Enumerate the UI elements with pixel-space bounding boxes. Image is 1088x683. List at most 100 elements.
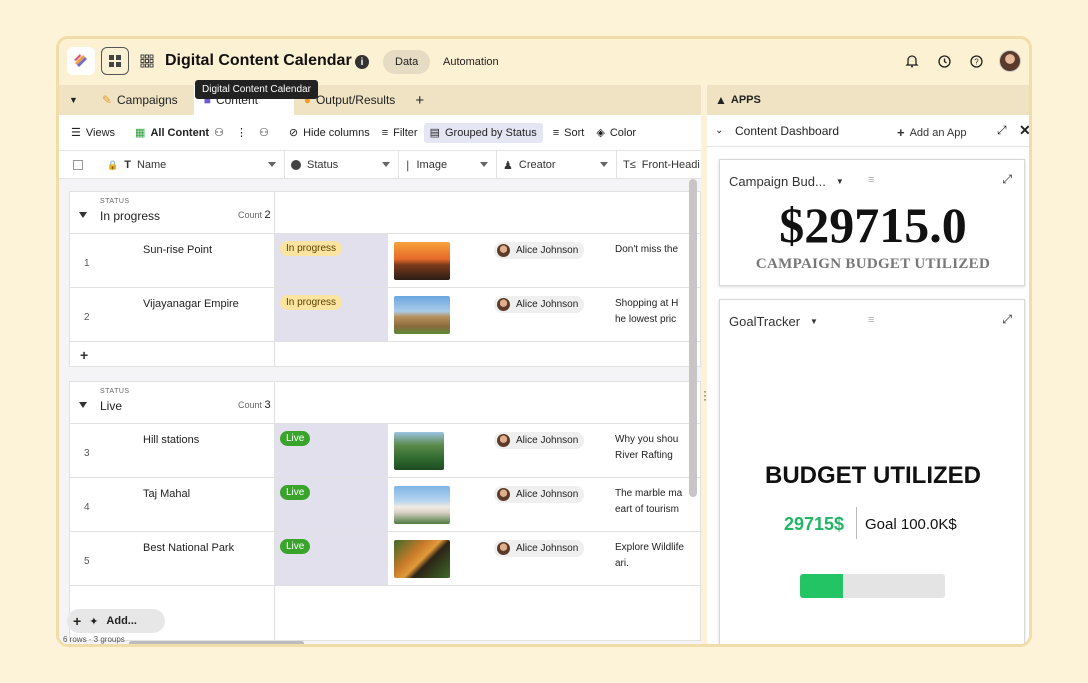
more-options-icon[interactable]: ⋮ xyxy=(230,126,253,139)
info-icon[interactable]: i xyxy=(355,55,369,69)
goal-current-value: 29715$ xyxy=(784,514,845,534)
chevron-down-icon[interactable]: ⌄ xyxy=(715,125,723,136)
all-content-view[interactable]: ▦ All Content ⚇ xyxy=(129,126,230,140)
app-logo[interactable] xyxy=(67,47,95,75)
card-title[interactable]: GoalTracker ▼ xyxy=(729,314,818,329)
add-button[interactable]: + ✦ Add... xyxy=(67,609,165,633)
history-icon[interactable] xyxy=(935,52,953,70)
image-tiger[interactable] xyxy=(394,540,450,578)
close-icon[interactable]: ✕ xyxy=(1019,122,1029,139)
row-name[interactable]: Best National Park xyxy=(143,542,234,554)
creator-chip[interactable]: Alice Johnson xyxy=(494,486,585,503)
chevron-down-icon[interactable] xyxy=(600,162,608,167)
row-number: 5 xyxy=(84,556,90,567)
expand-icon[interactable]: ⤢ xyxy=(1002,312,1012,327)
apps-panel: ▲ APPS ⌄ Content Dashboard + Add an App ⤢… xyxy=(707,85,1029,644)
tab-output-label: Output/Results xyxy=(315,93,396,107)
row-number: 4 xyxy=(84,502,90,513)
card-title-text: Campaign Bud... xyxy=(729,174,826,189)
front-heading-cell[interactable]: Explore Wildlife ari. xyxy=(615,540,701,572)
row-name[interactable]: Hill stations xyxy=(143,434,199,446)
add-tab-button[interactable]: + xyxy=(405,85,434,115)
tab-automation[interactable]: Automation xyxy=(443,50,499,74)
status-cell[interactable]: Live xyxy=(274,532,388,585)
filter-button[interactable]: ≡ Filter xyxy=(376,127,424,139)
view-switch-icon[interactable] xyxy=(101,47,129,75)
hide-columns-button[interactable]: ⊘ Hide columns xyxy=(283,126,376,140)
image-green-hills[interactable] xyxy=(394,432,444,470)
table-row[interactable]: 2 Vijayanagar Empire In progress Alice J… xyxy=(70,288,700,342)
row-name[interactable]: Taj Mahal xyxy=(143,488,190,500)
divider xyxy=(856,507,857,539)
table-row[interactable]: 3 Hill stations Live Alice Johnson Why y… xyxy=(70,424,700,478)
collapse-icon[interactable] xyxy=(79,402,87,408)
column-headers: 🔒 T Name Status ∣ Image ♟ Creator T≤ Fro… xyxy=(59,151,701,179)
status-cell[interactable]: In progress xyxy=(274,288,388,341)
select-all-checkbox[interactable] xyxy=(73,160,83,170)
creator-chip[interactable]: Alice Johnson xyxy=(494,296,585,313)
column-name[interactable]: 🔒 T Name xyxy=(59,151,285,179)
column-front-heading[interactable]: T≤ Front-Headi xyxy=(617,151,701,179)
group-button[interactable]: ▤ Grouped by Status xyxy=(423,122,543,143)
chevron-down-icon[interactable] xyxy=(480,162,488,167)
top-right-actions: ? xyxy=(903,50,1021,72)
card-title[interactable]: Campaign Bud... ▼ xyxy=(729,174,844,189)
creator-chip[interactable]: Alice Johnson xyxy=(494,242,585,259)
color-label: Color xyxy=(609,126,637,139)
collapse-icon[interactable] xyxy=(79,212,87,218)
dashboard-title[interactable]: Content Dashboard xyxy=(735,124,839,138)
creator-avatar xyxy=(497,244,510,257)
status-cell[interactable]: Live xyxy=(274,424,388,477)
share-icon[interactable]: ⚇ xyxy=(253,126,275,139)
views-button[interactable]: ☰ Views xyxy=(59,126,121,140)
long-text-icon: T≤ xyxy=(623,159,636,171)
tab-menu-chevron[interactable]: ▼ xyxy=(59,85,88,115)
horizontal-scrollbar[interactable] xyxy=(129,641,304,644)
expand-icon[interactable]: ⤢ xyxy=(997,123,1007,138)
group-header[interactable]: STATUS In progress Count 2 xyxy=(70,192,700,234)
color-button[interactable]: ◈ Color xyxy=(590,126,642,140)
column-image[interactable]: ∣ Image xyxy=(399,151,497,179)
image-taj-mahal[interactable] xyxy=(394,486,450,524)
add-app-button[interactable]: + Add an App xyxy=(897,125,966,140)
chevron-down-icon[interactable] xyxy=(382,162,390,167)
row-name[interactable]: Vijayanagar Empire xyxy=(143,298,239,310)
column-status[interactable]: Status xyxy=(285,151,399,179)
attachment-icon: ∣ xyxy=(405,159,411,172)
column-creator[interactable]: ♟ Creator xyxy=(497,151,617,179)
chevron-down-icon[interactable] xyxy=(268,162,276,167)
creator-name: Alice Johnson xyxy=(516,489,579,500)
status-type-icon xyxy=(291,160,301,170)
chevron-down-icon: ▼ xyxy=(69,95,78,105)
sort-button[interactable]: ≡ Sort xyxy=(547,127,591,139)
status-badge: In progress xyxy=(280,295,343,310)
campaign-budget-card: Campaign Bud... ▼ ≡ ⤢ $29715.0 CAMPAIGN … xyxy=(719,159,1025,286)
image-sunset-pier[interactable] xyxy=(394,242,450,280)
help-icon[interactable]: ? xyxy=(967,52,985,70)
goal-target: Goal 100.0K$ xyxy=(865,516,957,533)
group-header[interactable]: STATUS Live Count 3 xyxy=(70,382,700,424)
table-row[interactable]: 1 Sun-rise Point In progress Alice Johns… xyxy=(70,234,700,288)
status-cell[interactable]: Live xyxy=(274,478,388,531)
creator-avatar xyxy=(497,542,510,555)
app-title[interactable]: Digital Content Calendar ⌵ xyxy=(165,52,363,70)
status-badge: Live xyxy=(280,485,311,500)
tab-data[interactable]: Data xyxy=(383,50,431,74)
user-avatar[interactable] xyxy=(999,50,1021,72)
creator-chip[interactable]: Alice Johnson xyxy=(494,540,585,557)
add-row-button[interactable]: + xyxy=(70,342,700,368)
app-title-text: Digital Content Calendar xyxy=(165,52,352,69)
image-temple-ruins[interactable] xyxy=(394,296,450,334)
expand-icon[interactable]: ⤢ xyxy=(1002,172,1012,187)
table-row[interactable]: 4 Taj Mahal Live Alice Johnson The marbl… xyxy=(70,478,700,532)
creator-chip[interactable]: Alice Johnson xyxy=(494,432,585,449)
tab-campaigns[interactable]: ✎ Campaigns xyxy=(88,85,188,115)
apps-grid-icon[interactable] xyxy=(137,51,157,71)
bell-icon[interactable] xyxy=(903,52,921,70)
vertical-scrollbar[interactable] xyxy=(689,179,697,497)
drag-handle-icon[interactable]: ≡ xyxy=(868,314,874,326)
status-cell[interactable]: In progress xyxy=(274,234,388,287)
drag-handle-icon[interactable]: ≡ xyxy=(868,174,874,186)
table-row[interactable]: 5 Best National Park Live Alice Johnson … xyxy=(70,532,700,586)
row-name[interactable]: Sun-rise Point xyxy=(143,244,212,256)
